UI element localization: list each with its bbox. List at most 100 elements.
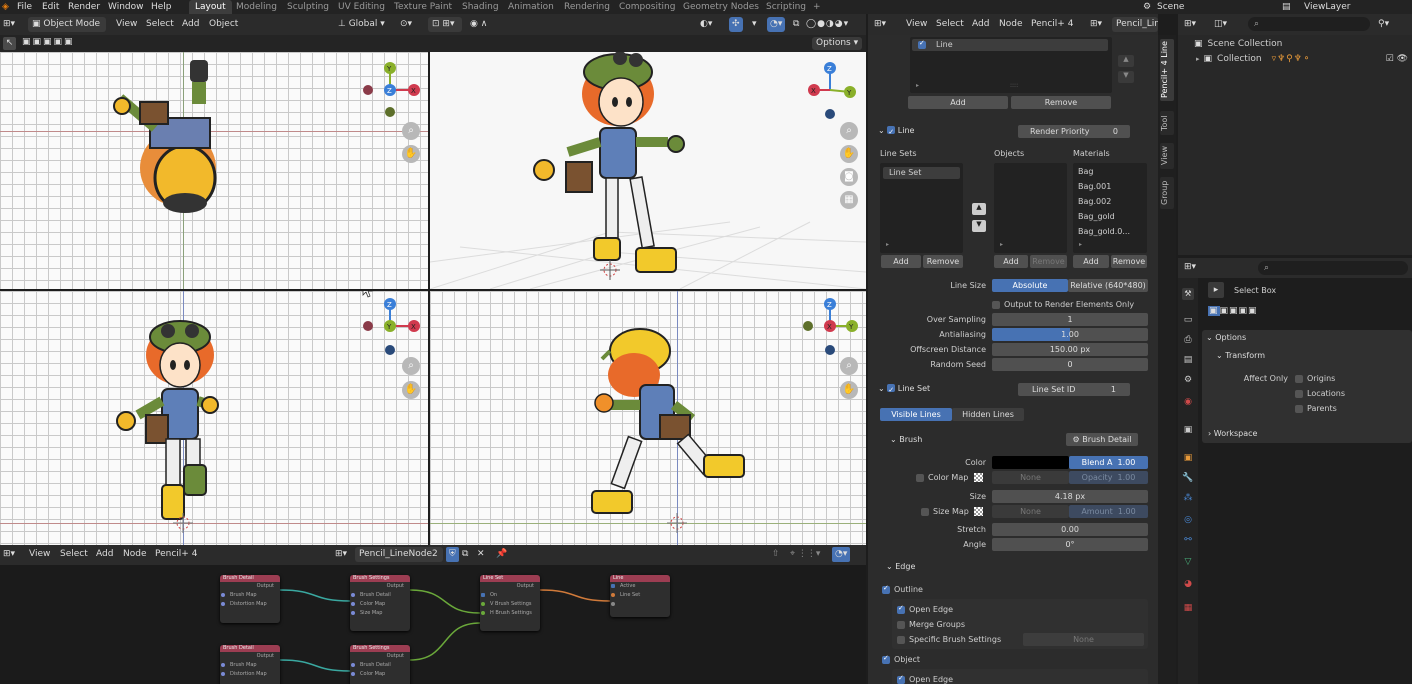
node-menu-node[interactable]: Node (123, 547, 147, 562)
props-menu-select[interactable]: Select (936, 17, 964, 32)
size-field[interactable]: 4.18 px (992, 490, 1148, 503)
tab-view[interactable]: View (1160, 143, 1174, 169)
tab-uv-editing[interactable]: UV Editing (338, 0, 385, 14)
color-map-field[interactable]: None (992, 471, 1069, 484)
objects-list[interactable]: ▸ (994, 163, 1067, 253)
camera-view-icon[interactable]: ◙ (840, 168, 858, 186)
tab-group[interactable]: Group (1160, 177, 1174, 209)
scene-selector[interactable]: Scene (1157, 0, 1184, 14)
node-brush-settings-1[interactable]: Brush Settings Output Brush Detail Color… (350, 575, 410, 631)
orientation-dropdown[interactable]: ⊥ Global ▾ (338, 17, 385, 32)
zoom-icon[interactable]: ⌕ (840, 357, 858, 375)
mode-dropdown[interactable]: ▣ Object Mode ▾ (28, 17, 106, 44)
material-tab-icon[interactable]: ◕ (1182, 578, 1194, 590)
parent-tree-icon[interactable]: ⇧ (772, 547, 780, 562)
list-resize-handle[interactable]: :::: (1010, 82, 1018, 89)
list-expand-icon[interactable]: ▸ (916, 82, 919, 89)
add-object-button[interactable]: Add (994, 255, 1028, 268)
pan-hand-icon[interactable]: ✋ (840, 145, 858, 163)
collection-tab-icon[interactable]: ▣ (1182, 424, 1194, 436)
line-size-absolute-button[interactable]: Absolute (992, 279, 1068, 292)
pan-hand-icon[interactable]: ✋ (840, 381, 858, 399)
remove-line-set-button[interactable]: Remove (923, 255, 963, 268)
stretch-field[interactable]: 0.00 (992, 523, 1148, 536)
node-menu-view[interactable]: View (29, 547, 50, 562)
list-expand-icon[interactable]: ▸ (1079, 241, 1082, 248)
offscreen-distance-field[interactable]: 150.00 px (992, 343, 1148, 356)
tab-texture-paint[interactable]: Texture Paint (394, 0, 452, 14)
pin-icon[interactable]: 📌 (496, 547, 507, 562)
tab-shading[interactable]: Shading (462, 0, 499, 14)
node-menu-select[interactable]: Select (60, 547, 88, 562)
proportional-icon[interactable]: ◉ ∧ (470, 17, 487, 32)
node-tree-name[interactable]: Pencil_LineNode2 (355, 547, 443, 562)
node-brush-detail-2[interactable]: Brush Detail Output Brush Map Distortion… (220, 645, 280, 684)
close-icon[interactable]: ✕ (477, 547, 485, 562)
tab-animation[interactable]: Animation (508, 0, 554, 14)
view-layer-selector[interactable]: ViewLayer (1304, 0, 1350, 14)
locations-checkbox[interactable] (1295, 390, 1303, 398)
move-up-icon[interactable]: ▲ (1118, 55, 1134, 67)
tab-compositing[interactable]: Compositing (619, 0, 675, 14)
menu-select[interactable]: Select (146, 17, 174, 32)
viewport-side[interactable]: Z Y X ⌕ ✋ (430, 291, 866, 545)
line-set-panel-header[interactable]: ⌄ Line Set (878, 381, 930, 398)
viewport-perspective[interactable]: Z Y X ⌕ ✋ ◙ ▦ (430, 52, 866, 289)
menu-window[interactable]: Window (108, 0, 144, 14)
props-menu-add[interactable]: Add (972, 17, 989, 32)
modifier-tab-icon[interactable]: 🔧 (1182, 472, 1194, 484)
expand-icon[interactable]: ▸ (1196, 55, 1200, 63)
opacity-field[interactable]: Opacity 1.00 (1069, 471, 1148, 484)
list-item[interactable]: Bag.001 (1078, 180, 1111, 193)
list-item[interactable]: Bag.002 (1078, 195, 1111, 208)
node-tree-icon[interactable]: ⊞▾ (335, 547, 347, 562)
zoom-icon[interactable]: ⌕ (840, 122, 858, 140)
tab-modeling[interactable]: Modeling (236, 0, 277, 14)
node-line[interactable]: Line Active Line Set (610, 575, 670, 617)
line-list[interactable]: Line ▸ :::: (910, 37, 1112, 93)
viewport-front[interactable]: Z X Y ⌕ ✋ (0, 291, 428, 545)
axis-gizmo-top[interactable]: Y X Z (360, 60, 420, 120)
node-line-set[interactable]: Line Set Output On V Brush Settings H Br… (480, 575, 540, 631)
shading-modes-icon[interactable]: ◯●◑◕▾ (806, 17, 849, 32)
specific-brush-field[interactable]: None (1023, 633, 1144, 646)
menu-add[interactable]: Add (182, 17, 199, 32)
tab-rendering[interactable]: Rendering (564, 0, 610, 14)
object-checkbox[interactable] (882, 654, 890, 664)
view-layer-tab-icon[interactable]: ▤ (1182, 354, 1194, 366)
pan-hand-icon[interactable]: ✋ (402, 145, 420, 163)
output-render-elements-checkbox[interactable] (992, 301, 1000, 309)
add-workspace-button[interactable]: + (813, 0, 821, 14)
open-edge-checkbox-2[interactable] (897, 674, 905, 684)
specific-brush-checkbox[interactable] (897, 636, 905, 644)
materials-list[interactable]: Bag Bag.001 Bag.002 Bag_gold Bag_gold.0.… (1073, 163, 1147, 253)
menu-view[interactable]: View (116, 17, 137, 32)
node-brush-settings-2[interactable]: Brush Settings Output Brush Detail Color… (350, 645, 410, 684)
axis-gizmo-front[interactable]: Z X Y (360, 296, 420, 356)
node-brush-detail-1[interactable]: Brush Detail Output Brush Map Distortion… (220, 575, 280, 623)
axis-gizmo-perspective[interactable]: Z Y X (800, 60, 860, 120)
collection-row[interactable]: ▸ ▣ Collection ▿♆⚲♆⚬ ☑ 👁 (1196, 52, 1408, 66)
texture-tab-icon[interactable]: ▦ (1182, 602, 1194, 614)
list-item[interactable]: Bag_gold (1078, 210, 1115, 223)
overlay-toggle-icon[interactable]: ◔▾ (767, 17, 786, 32)
editor-type-icon[interactable]: ⊞▾ (3, 547, 15, 562)
xray-icon[interactable]: ⧉ (793, 17, 799, 32)
constraints-tab-icon[interactable]: ⚯ (1182, 534, 1194, 546)
color-swatch[interactable] (992, 456, 1069, 469)
tab-pencil-line[interactable]: Pencil+ 4 Line (1160, 39, 1174, 101)
line-size-relative-button[interactable]: Relative (640*480) (1068, 279, 1148, 292)
blend-amount-field[interactable]: Blend A 1.00 (1069, 456, 1148, 469)
properties-search-input[interactable]: ⌕ (1258, 261, 1408, 275)
random-seed-field[interactable]: 0 (992, 358, 1148, 371)
node-menu-add[interactable]: Add (96, 547, 113, 562)
angle-field[interactable]: 0° (992, 538, 1148, 551)
menu-object[interactable]: Object (209, 17, 238, 32)
zoom-icon[interactable]: ⌕ (402, 122, 420, 140)
props-menu-view[interactable]: View (906, 17, 927, 32)
menu-file[interactable]: File (17, 0, 32, 14)
line-set-panel-checkbox[interactable] (887, 382, 896, 398)
edge-panel-header[interactable]: ⌄ Edge (886, 559, 915, 575)
tab-scripting[interactable]: Scripting (766, 0, 806, 14)
select-tool-icon[interactable]: ↖ (3, 37, 16, 50)
